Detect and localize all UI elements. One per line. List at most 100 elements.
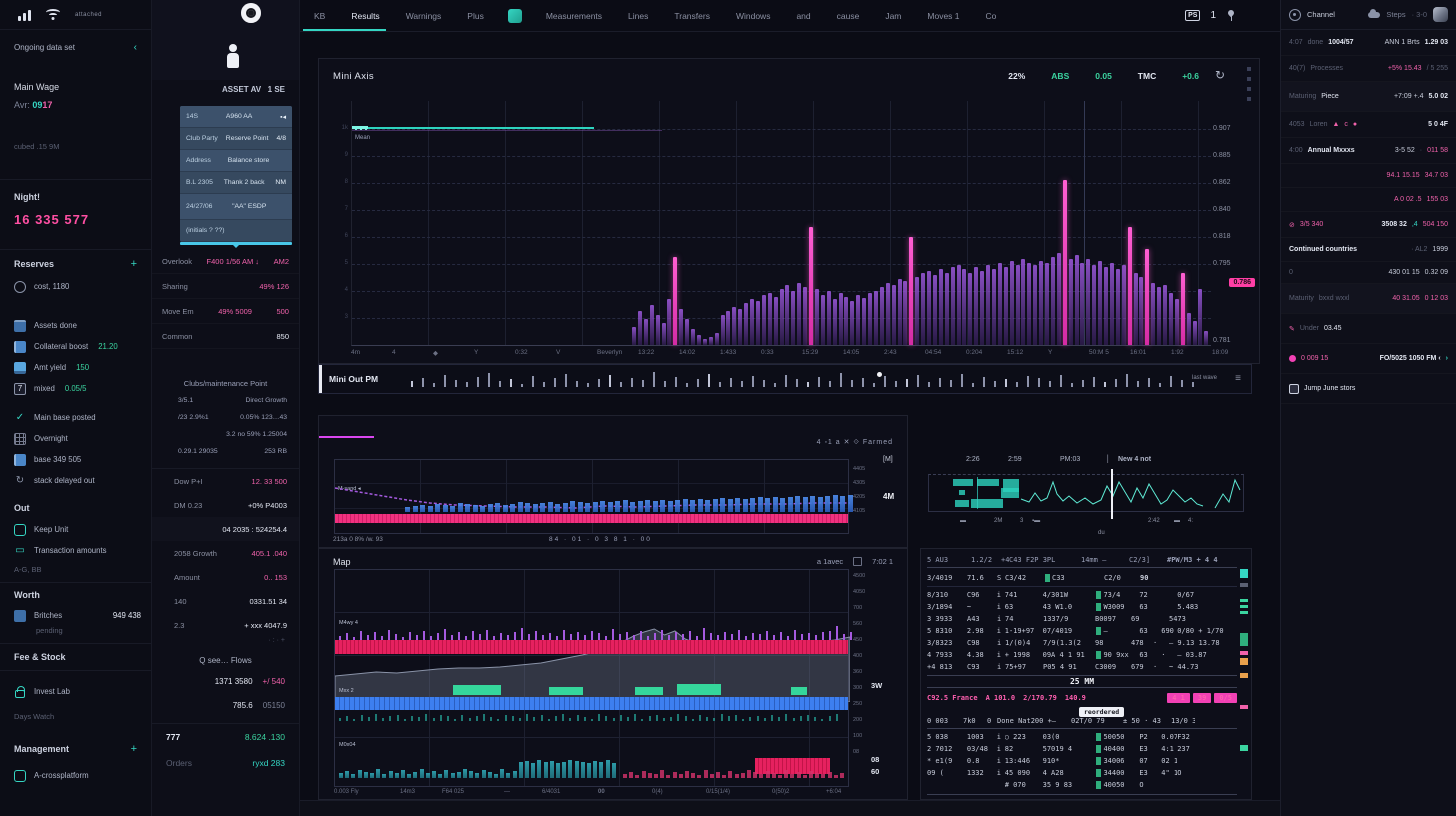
nav-tab-transfers[interactable]: Transfers [672,1,712,31]
depth-row[interactable]: 5 0381003i○ 22303(050050P20.070 04 ·F32 [927,731,1237,743]
chevron-left-icon[interactable]: ‹ [134,42,137,53]
sidebar-item-overnight[interactable]: Overnight [0,428,151,449]
add-management-button[interactable]: + [131,743,137,755]
collapse-row[interactable]: Ongoing data set ‹ [0,30,151,64]
watch-card-row[interactable]: 24/27/06"AA" ESDP [180,194,292,220]
depth-row[interactable]: 8/310C96i7414/301W73/4720/67 [927,589,1237,601]
depth-row[interactable]: 3/8323C98i1/(0)47/9(1.3(298478·— 9.13 13… [927,637,1237,649]
watch-card-row[interactable]: (initials ? ??) [180,220,292,242]
schedule-plot[interactable] [928,474,1244,512]
nav-tab-results[interactable]: Results [349,1,381,31]
activity-row[interactable]: Jump June stors [1281,374,1456,404]
watch-kv-row[interactable]: OverlookF400 1/56 AM ↓AM2 [152,249,299,274]
alert-button[interactable]: 0/5 [1214,693,1237,703]
sidebar-item-crossplatform[interactable]: A-crossplatform [0,765,151,786]
watch-detail-row[interactable]: 2.3+ xxx 4047.9 [152,613,299,637]
alert-button[interactable]: 4 1 [1167,693,1190,703]
nav-tab-lines[interactable]: Lines [626,1,650,31]
depth-row[interactable]: * e1(90.8i13:446910*340060702 1 070 [927,755,1237,767]
activity-row[interactable]: ✎Under03.45 [1281,314,1456,344]
box-icon[interactable] [853,557,862,566]
user-circle-icon[interactable] [1289,9,1301,21]
cell: 3/4019 [927,574,967,582]
watch-card-row[interactable]: 14SA960 AA▪◂ [180,106,292,128]
depth-row[interactable]: 09 (1332i45 0904 A2834400E34" 1070O [927,767,1237,779]
watch-kv-row[interactable]: Common850 [152,324,299,349]
map-toolbar[interactable]: a 1avec 7:02 1 [817,557,893,566]
watch-detail-row[interactable]: DM 0.23+0% P4003 [152,493,299,517]
hamburger-icon[interactable]: ≡ [1235,373,1241,384]
map-plot[interactable]: M4wy 4Mxx 2M0x04 [334,569,849,787]
activity-row[interactable]: MaturingPiece+7:09 +.45.0 02 [1281,82,1456,112]
nav-tab-co[interactable]: Co [984,1,999,31]
activity-row[interactable]: Maturitybxxd wxxl40 31.050 12 03 [1281,284,1456,314]
sidebar-item-amt-yield[interactable]: Amt yield150 [0,357,151,378]
depth-row[interactable]: # 07035 9 8340050O [927,779,1237,791]
watch-kv-row[interactable]: Sharing49% 126 [152,274,299,299]
watch-detail-row[interactable]: 04 2035 : 524254.4 [152,517,299,541]
pin-icon[interactable] [1226,10,1236,22]
depth-row[interactable]: +4 813C93i75+97P05 4 91C3009679·~ 44.73 [927,661,1237,673]
activity-row[interactable]: 0430 01 150.32 09 [1281,262,1456,284]
flow-bar-pink [828,772,832,778]
nav-tab-and[interactable]: and [794,1,812,31]
nav-tab-jam[interactable]: Jam [883,1,903,31]
sidebar-item-invest-lab[interactable]: Invest Lab [0,681,151,702]
sidebar-item-stack-delayed-out[interactable]: ↻stack delayed out [0,470,151,491]
avatar[interactable] [1433,7,1448,22]
depth-row[interactable]: 5 83102.98i1-19+9707/4019—636900/80 + 1/… [927,625,1237,637]
nav-tab-plus[interactable]: Plus [465,1,486,31]
depth-alert-row[interactable]: C92.5 FranceA 101.02/170.79140.94 1390/5 [927,690,1237,705]
activity-row[interactable]: A 0 02 .5155 03 [1281,188,1456,212]
activity-row[interactable]: 4:07done1004/57ANN 1 Brts1.29 03 [1281,30,1456,56]
sidebar-item-transactions[interactable]: ▭ Transaction amounts [0,540,151,561]
volume-strip[interactable]: Mini Out PM last wave ≡ [318,364,1252,394]
activity-row[interactable]: 0 009 15FO/5025 1050 FM ‹› [1281,344,1456,374]
camera-logo-icon[interactable] [241,3,261,23]
depth-row[interactable]: 4 79334.38i+ 199809A 4 1 9190 9xx63·— 03… [927,649,1237,661]
nav-tab-windows[interactable]: Windows [734,1,772,31]
alert-button[interactable]: 39 [1193,693,1211,703]
watch-card-row[interactable]: Club PartyReserve Point4/8 [180,128,292,150]
depth-header-row[interactable]: 5 AU31.2/2+4C43 F2P 3PL14mm –C2/3]#PW/M3… [927,553,1237,568]
watch-card-row[interactable]: B.L 2305Thank 2 backNM [180,172,292,194]
depth-row[interactable]: 2 701203/48i8257019 440400E34:1 4728237 [927,743,1237,755]
sidebar-item-assets-done[interactable]: Assets done [0,315,151,336]
watch-detail-row[interactable]: Amount0.. 153 [152,565,299,589]
activity-row[interactable]: 4:00Annual Mxxxs3-5 52·011 58 [1281,138,1456,164]
watch-detail-row[interactable]: 2058 Growth405.1 .040 [152,541,299,565]
watch-kv-row[interactable]: Move Em49% 5009500 [152,299,299,324]
sidebar-item-britches[interactable]: Britches 949 438 [0,605,151,626]
spread-plot[interactable]: M-sand ◂ [334,459,849,534]
spread-toolbar[interactable]: 4 ◦1 a ✕ ⟐ Farmed [817,438,893,447]
ps-badge[interactable]: PS [1185,10,1200,21]
nav-tab-moves-1[interactable]: Moves 1 [925,1,961,31]
depth-sub-row[interactable]: 3/401971.6SC3/42C33C2/090 [927,570,1237,587]
sidebar-item-keep-unit[interactable]: Keep Unit [0,519,151,540]
add-reserve-button[interactable]: + [131,258,137,270]
nav-tab-measurements[interactable]: Measurements [544,1,604,31]
price-chart-plot[interactable]: Mean 1k9876543 [351,101,1211,346]
depth-row[interactable]: 3/1894~i6343 W1.0W3009635.483 [927,601,1237,613]
activity-row[interactable]: Continued countries· AL21999 [1281,238,1456,262]
nav-tab-cause[interactable]: cause [835,1,862,31]
watch-detail-row[interactable]: 1400331.51 34 [152,589,299,613]
sidebar-item-mixed[interactable]: 7mixed0.05/5 [0,378,151,399]
watch-foot-row[interactable]: 7778.624 .130 [152,724,299,750]
sidebar-item-main-base-posted[interactable]: ✓Main base posted [0,407,151,428]
activity-row[interactable]: 94.1 15.1534.7 03 [1281,164,1456,188]
chart-chip-icon[interactable] [508,9,522,23]
depth-row[interactable]: 3 3933A43i741337/9B0097695473 [927,613,1237,625]
nav-tab-warnings[interactable]: Warnings [404,1,444,31]
activity-row[interactable]: ⊘3/5 3403508 32,4504 150 [1281,212,1456,238]
watch-detail-row[interactable]: Dow P+I12. 33 500 [152,469,299,493]
sidebar-item-collateral-boost[interactable]: Collateral boost21.20 [0,336,151,357]
activity-row[interactable]: 4053Loren▲c●5 0 4F [1281,112,1456,138]
nav-tab-kb[interactable]: KB [312,1,327,31]
sidebar-item-cost[interactable]: cost, 1180 [0,276,151,297]
sidebar-item-base-349-505[interactable]: base 349 505 [0,449,151,470]
activity-row[interactable]: 40(7)Processes+5% 15.43/ 5 255 [1281,56,1456,82]
watch-card-row[interactable]: AddressBalance store [180,150,292,172]
teal-tick [785,714,787,721]
watch-foot-row[interactable]: Ordersryxd 283 [152,750,299,776]
